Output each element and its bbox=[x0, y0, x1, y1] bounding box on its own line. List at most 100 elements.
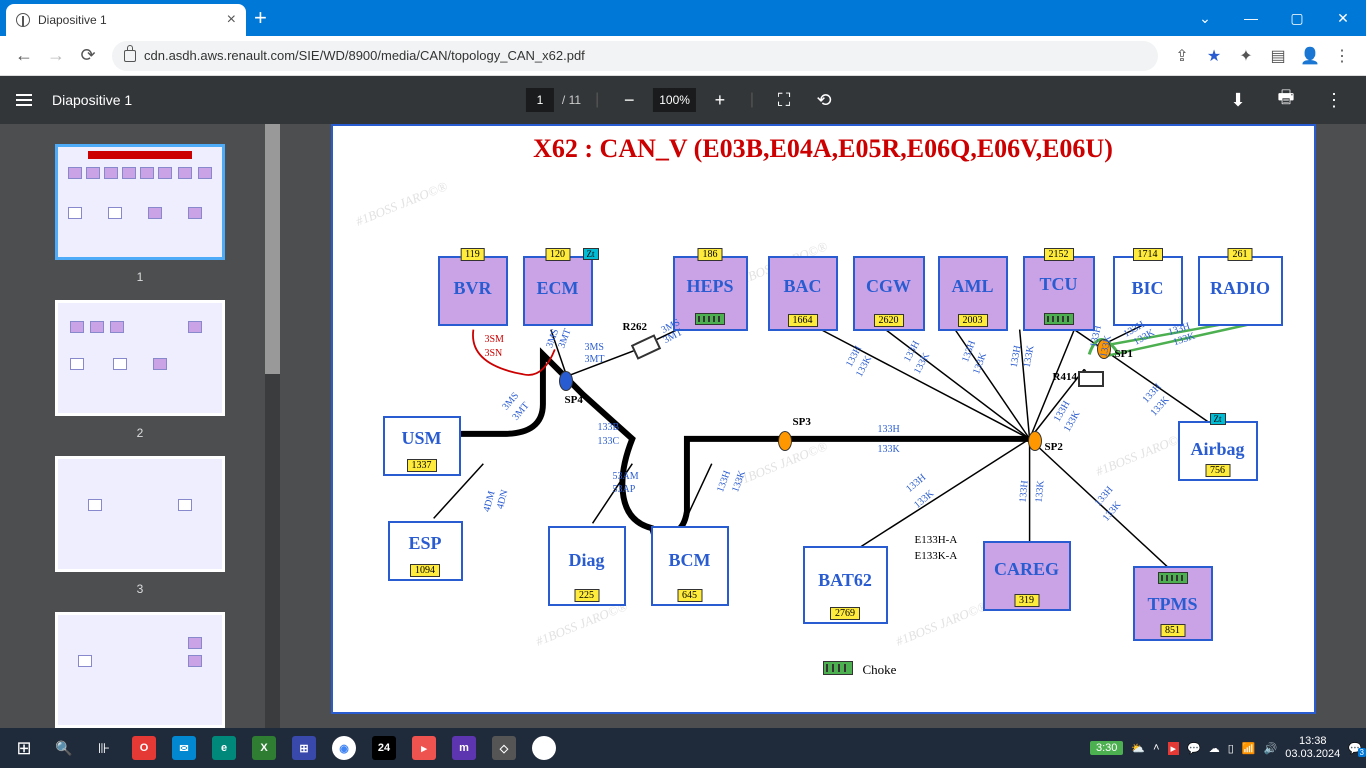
address-bar: ← → ⟳ cdn.asdh.aws.renault.com/SIE/WD/89… bbox=[0, 36, 1366, 76]
app-mail[interactable]: ✉ bbox=[164, 730, 204, 766]
battery-time-badge[interactable]: 3:30 bbox=[1090, 741, 1123, 755]
page-separator: / 11 bbox=[562, 93, 581, 107]
node-bat62: BAT62 2769 bbox=[803, 546, 888, 624]
node-aml: AML 2003 bbox=[938, 256, 1008, 331]
node-careg: CAREG 319 bbox=[983, 541, 1071, 611]
r262-label: R262 bbox=[623, 321, 647, 333]
page-number-input[interactable] bbox=[526, 88, 554, 112]
bookmark-icon[interactable]: ★ bbox=[1198, 40, 1230, 72]
notification-icon[interactable]: 💬3 bbox=[1348, 742, 1362, 755]
thumbnail-1[interactable] bbox=[55, 144, 225, 260]
url-field[interactable]: cdn.asdh.aws.renault.com/SIE/WD/8900/med… bbox=[112, 41, 1158, 71]
node-bac: BAC 1664 bbox=[768, 256, 838, 331]
app-edge[interactable]: e bbox=[204, 730, 244, 766]
extensions-icon[interactable]: ✦ bbox=[1230, 40, 1262, 72]
app-cortana[interactable]: O bbox=[124, 730, 164, 766]
fit-button[interactable]: ⛶ bbox=[768, 84, 800, 116]
zoom-out-button[interactable]: − bbox=[613, 84, 645, 116]
watermark: #1BOSS JARO©® bbox=[1093, 428, 1189, 479]
watermark: #1BOSS JARO©® bbox=[533, 598, 629, 649]
thumbnail-2[interactable] bbox=[55, 300, 225, 416]
app-anydesk[interactable]: ▸ bbox=[404, 730, 444, 766]
hamburger-icon[interactable] bbox=[16, 94, 32, 106]
node-tpms: TPMS 851 bbox=[1133, 566, 1213, 641]
tab-title: Diapositive 1 bbox=[38, 13, 107, 27]
rotate-button[interactable]: ⟲ bbox=[808, 84, 840, 116]
app-renault[interactable]: ◇ bbox=[484, 730, 524, 766]
lock-icon bbox=[124, 50, 136, 62]
window-minimize-button[interactable]: — bbox=[1228, 0, 1274, 36]
window-maximize-button[interactable]: ▢ bbox=[1274, 0, 1320, 36]
globe-icon bbox=[16, 13, 30, 27]
thumbnail-scrollbar-thumb[interactable] bbox=[265, 124, 280, 374]
node-ecm: 120 Zt ECM bbox=[523, 256, 593, 326]
wire-label: 133K bbox=[1033, 480, 1046, 503]
chrome-menu-icon[interactable]: ⋮ bbox=[1326, 40, 1358, 72]
tray-app-icon[interactable]: ▸ bbox=[1168, 742, 1180, 755]
task-view-button[interactable]: ⊪ bbox=[84, 730, 124, 766]
app-chrome[interactable]: ◉ bbox=[324, 730, 364, 766]
weather-icon[interactable]: ⛅ bbox=[1131, 742, 1145, 755]
wire-label: 53AP bbox=[613, 484, 636, 495]
thumbnail-3[interactable] bbox=[55, 456, 225, 572]
node-radio: 261 RADIO bbox=[1198, 256, 1283, 326]
legend-choke-icon bbox=[823, 661, 853, 675]
thumbnail-scrollbar-track[interactable] bbox=[265, 124, 280, 728]
start-button[interactable]: ⊞ bbox=[4, 730, 44, 766]
zoom-level[interactable]: 100% bbox=[653, 88, 696, 112]
app-m[interactable]: m bbox=[444, 730, 484, 766]
node-airbag: Zt Airbag 756 bbox=[1178, 421, 1258, 481]
tray-onedrive-icon[interactable]: ☁ bbox=[1209, 742, 1220, 755]
zoom-in-button[interactable]: + bbox=[704, 84, 736, 116]
search-button[interactable]: 🔍 bbox=[44, 730, 84, 766]
taskbar-clock[interactable]: 13:38 03.03.2024 bbox=[1285, 735, 1340, 761]
wire-label: 133C bbox=[598, 436, 620, 447]
window-close-button[interactable]: ✕ bbox=[1320, 0, 1366, 36]
wire-label: 3MS bbox=[585, 342, 604, 353]
wire-label: 133B bbox=[598, 422, 620, 433]
print-button[interactable]: 🖶 bbox=[1270, 84, 1302, 116]
tray-chevron-icon[interactable]: ˄ bbox=[1153, 742, 1159, 754]
new-tab-button[interactable]: + bbox=[254, 5, 267, 31]
wire-label: 133K bbox=[878, 444, 900, 455]
tray-battery-icon[interactable]: ▯ bbox=[1228, 742, 1234, 755]
tab-close-icon[interactable]: × bbox=[227, 11, 236, 29]
pdf-toolbar: Diapositive 1 / 11 | − 100% + | ⛶ ⟲ ⬇ 🖶 … bbox=[0, 76, 1366, 124]
splice-sp4 bbox=[559, 371, 573, 391]
taskbar: ⊞ 🔍 ⊪ O ✉ e X ⊞ ◉ 24 ▸ m ◇ ◉ 3:30 ⛅ ˄ ▸ … bbox=[0, 728, 1366, 768]
wire-label: 3SN bbox=[485, 348, 503, 359]
watermark: #1BOSS JARO©® bbox=[893, 598, 989, 649]
sp2-label: SP2 bbox=[1045, 441, 1063, 453]
tray-volume-icon[interactable]: 🔊 bbox=[1264, 742, 1278, 755]
wire-label: 4DM bbox=[481, 490, 497, 513]
connector-r262 bbox=[630, 334, 660, 359]
forward-button[interactable]: → bbox=[40, 40, 72, 72]
pdf-more-button[interactable]: ⋮ bbox=[1318, 84, 1350, 116]
back-button[interactable]: ← bbox=[8, 40, 40, 72]
content-area: 1 2 3 bbox=[0, 124, 1366, 728]
thumb-label-3: 3 bbox=[20, 582, 260, 596]
window-dropdown-button[interactable]: ⌄ bbox=[1182, 0, 1228, 36]
profile-icon[interactable]: 👤 bbox=[1294, 40, 1326, 72]
node-cgw: CGW 2620 bbox=[853, 256, 925, 331]
tray-wifi-icon[interactable]: 📶 bbox=[1242, 742, 1256, 755]
reload-button[interactable]: ⟳ bbox=[72, 40, 104, 72]
share-icon[interactable]: ⇪ bbox=[1166, 40, 1198, 72]
node-bic: 1714 BIC bbox=[1113, 256, 1183, 326]
wire-label: E133H-A bbox=[915, 534, 958, 546]
thumbnail-4[interactable] bbox=[55, 612, 225, 728]
browser-tab[interactable]: Diapositive 1 × bbox=[6, 4, 246, 36]
document-viewport[interactable]: X62 : CAN_V (E03B,E04A,E05R,E06Q,E06V,E0… bbox=[280, 124, 1366, 728]
app-chrome-2[interactable]: ◉ bbox=[524, 730, 564, 766]
legend-choke-label: Choke bbox=[863, 662, 897, 678]
tray-chat-icon[interactable]: 💬 bbox=[1187, 742, 1201, 755]
connector-r414 bbox=[1078, 371, 1104, 387]
app-store[interactable]: ⊞ bbox=[284, 730, 324, 766]
app-excel[interactable]: X bbox=[244, 730, 284, 766]
node-heps: 186 HEPS bbox=[673, 256, 748, 331]
app-menu-icon[interactable]: ▤ bbox=[1262, 40, 1294, 72]
watermark: #1BOSS JARO©® bbox=[353, 178, 449, 229]
app-24[interactable]: 24 bbox=[364, 730, 404, 766]
system-tray: 3:30 ⛅ ˄ ▸ 💬 ☁ ▯ 📶 🔊 13:38 03.03.2024 💬3 bbox=[1090, 735, 1362, 761]
download-button[interactable]: ⬇ bbox=[1222, 84, 1254, 116]
